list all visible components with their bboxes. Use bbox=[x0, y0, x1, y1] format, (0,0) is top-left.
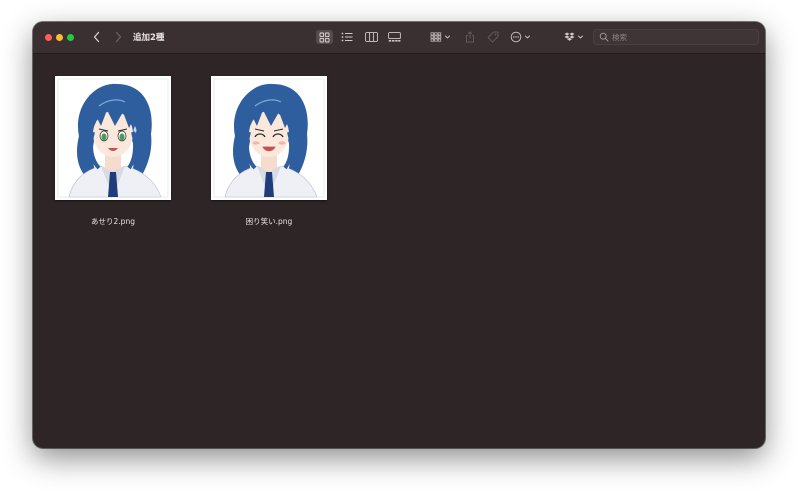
file-name[interactable]: あせり2.png bbox=[48, 216, 178, 227]
dropbox-button[interactable] bbox=[563, 30, 587, 44]
file-name[interactable]: 困り笑い.png bbox=[204, 216, 334, 227]
anime-character-worried-image bbox=[57, 78, 169, 198]
forward-button[interactable] bbox=[112, 30, 124, 44]
file-thumbnail[interactable] bbox=[55, 76, 171, 200]
column-view-icon bbox=[364, 32, 378, 42]
file-browser-content[interactable]: あせり2.png 困り笑い.png bbox=[33, 54, 765, 448]
file-item[interactable]: あせり2.png bbox=[48, 76, 178, 236]
window-title: 追加2種 bbox=[133, 33, 165, 43]
ellipsis-circle-icon bbox=[510, 31, 530, 43]
action-menu-button[interactable] bbox=[510, 30, 534, 44]
file-item[interactable]: 困り笑い.png bbox=[204, 76, 334, 236]
group-grid-icon bbox=[430, 32, 450, 42]
anime-character-troubled-smile-image bbox=[213, 78, 325, 198]
icon-view-button[interactable] bbox=[316, 30, 333, 44]
toolbar: 追加2種 bbox=[33, 22, 765, 54]
group-button[interactable] bbox=[430, 30, 454, 44]
list-view-button[interactable] bbox=[339, 30, 355, 44]
icon-view-icon bbox=[319, 32, 330, 42]
column-view-button[interactable] bbox=[363, 30, 379, 44]
search-input[interactable] bbox=[612, 30, 752, 44]
zoom-window-button[interactable] bbox=[67, 34, 74, 41]
dropbox-icon bbox=[564, 32, 583, 41]
share-icon bbox=[466, 31, 474, 43]
back-button[interactable] bbox=[91, 30, 103, 44]
tag-icon bbox=[487, 31, 499, 43]
minimize-window-button[interactable] bbox=[56, 34, 63, 41]
tag-button[interactable] bbox=[486, 30, 500, 44]
gallery-view-button[interactable] bbox=[386, 30, 402, 44]
gallery-view-icon bbox=[387, 32, 401, 42]
chevron-left-icon bbox=[93, 31, 100, 43]
chevron-right-icon bbox=[115, 31, 122, 43]
search-field[interactable] bbox=[593, 29, 759, 45]
finder-window: 追加2種 検索 あせり2.png 困り笑い.png bbox=[33, 22, 765, 448]
file-thumbnail[interactable] bbox=[211, 76, 327, 200]
list-view-icon bbox=[341, 32, 353, 42]
close-window-button[interactable] bbox=[45, 34, 52, 41]
share-button[interactable] bbox=[464, 30, 476, 44]
search-icon bbox=[599, 32, 609, 42]
